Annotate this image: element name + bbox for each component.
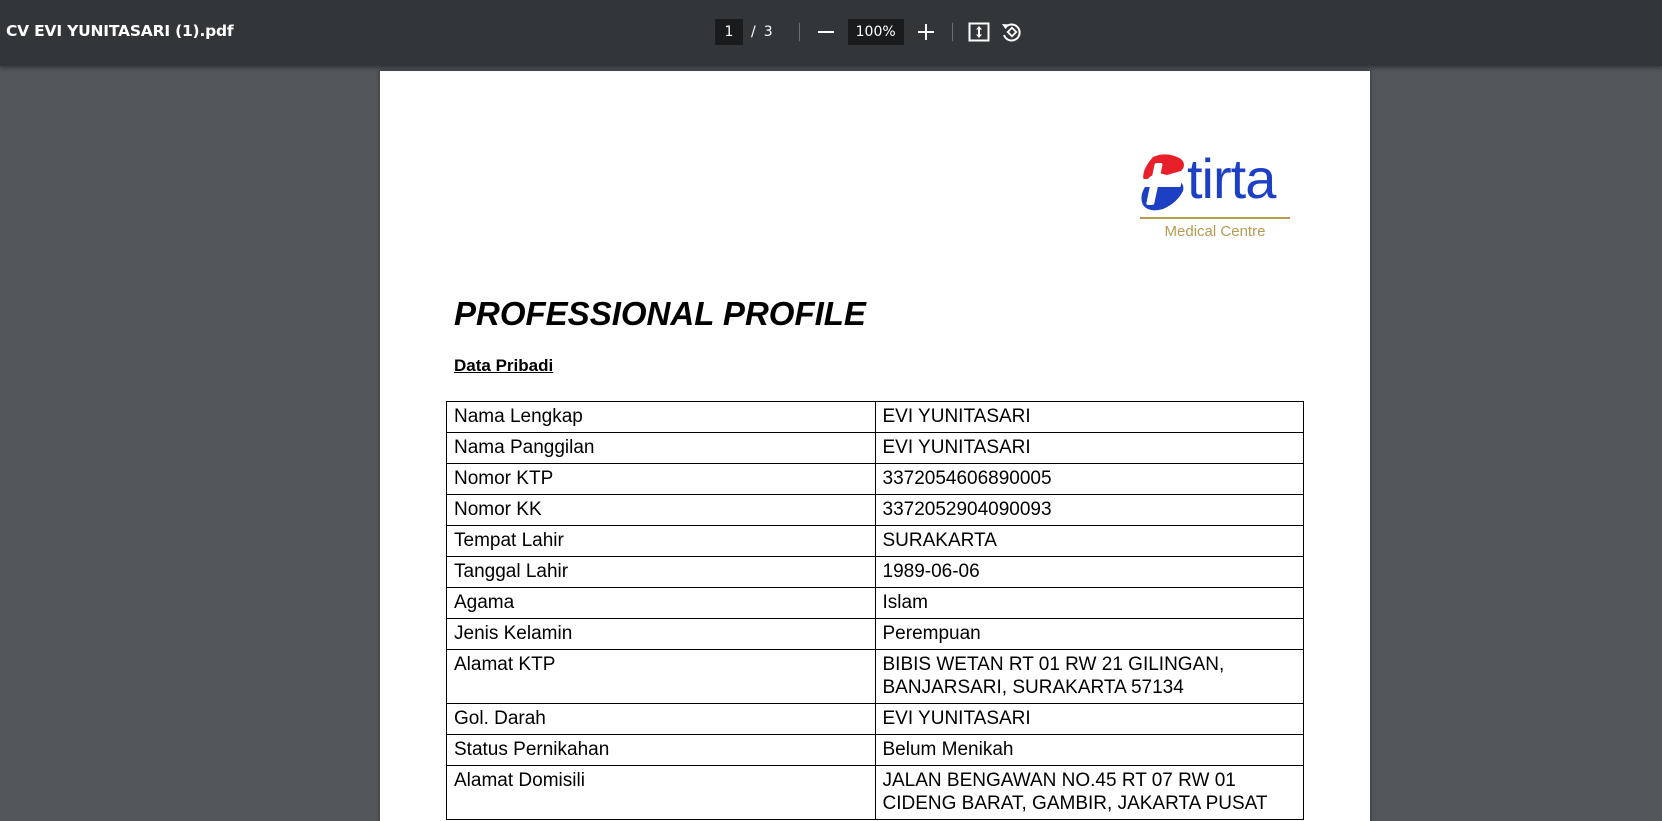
row-label: Gol. Darah — [446, 703, 876, 735]
logo-divider — [1140, 217, 1290, 219]
document-title: CV EVI YUNITASARI (1).pdf — [6, 22, 234, 40]
page-heading: PROFESSIONAL PROFILE — [454, 295, 866, 332]
row-value: SURAKARTA — [874, 525, 1304, 557]
row-value: Islam — [874, 587, 1304, 619]
zoom-in-button[interactable] — [910, 18, 942, 46]
table-row: Nama Panggilan EVI YUNITASARI — [446, 432, 1304, 464]
table-row: Nama Lengkap EVI YUNITASARI — [446, 401, 1304, 433]
row-value: 1989-06-06 — [874, 556, 1304, 588]
row-value: Perempuan — [874, 618, 1304, 650]
table-row: Tempat Lahir SURAKARTA — [446, 525, 1304, 557]
row-label: Agama — [446, 587, 876, 619]
row-label: Status Pernikahan — [446, 734, 876, 766]
address-line: BIBIS WETAN RT 01 RW 21 GILINGAN, — [882, 654, 1225, 675]
row-label: Nomor KK — [446, 494, 876, 526]
table-row: Nomor KK 3372052904090093 — [446, 494, 1304, 526]
address-line: JALAN BENGAWAN NO.45 RT 07 RW 01 — [882, 770, 1236, 791]
row-value: Belum Menikah — [874, 734, 1304, 766]
row-label: Nomor KTP — [446, 463, 876, 495]
row-label: Tempat Lahir — [446, 525, 876, 557]
address-line: CIDENG BARAT, GAMBIR, JAKARTA PUSAT — [882, 793, 1268, 814]
row-value: 3372052904090093 — [874, 494, 1304, 526]
total-pages: 3 — [763, 24, 773, 40]
medical-cross-icon — [1141, 154, 1184, 211]
table-row: Tanggal Lahir 1989-06-06 — [446, 556, 1304, 588]
fit-to-page-button[interactable] — [963, 18, 995, 46]
table-row: Nomor KTP 3372054606890005 — [446, 463, 1304, 495]
table-row: Gol. Darah EVI YUNITASARI — [446, 703, 1304, 735]
pdf-toolbar: CV EVI YUNITASARI (1).pdf / 3 — [0, 0, 1662, 66]
row-value: EVI YUNITASARI — [874, 703, 1304, 735]
table-row: Alamat Domisili JALAN BENGAWAN NO.45 RT … — [446, 765, 1304, 820]
page-separator: / — [751, 24, 756, 40]
page-number-input[interactable] — [715, 19, 743, 45]
table-row: Jenis Kelamin Perempuan — [446, 618, 1304, 650]
row-value: BIBIS WETAN RT 01 RW 21 GILINGAN, BANJAR… — [874, 649, 1304, 704]
row-value: JALAN BENGAWAN NO.45 RT 07 RW 01 CIDENG … — [874, 765, 1304, 820]
minus-icon — [817, 31, 834, 33]
section-title: Data Pribadi — [454, 356, 554, 375]
rotate-button[interactable] — [995, 18, 1027, 46]
table-row: Agama Islam — [446, 587, 1304, 619]
zoom-level-input[interactable] — [847, 19, 904, 45]
toolbar-divider — [798, 23, 800, 41]
zoom-out-button[interactable] — [810, 18, 842, 46]
row-value: EVI YUNITASARI — [874, 432, 1304, 464]
toolbar-controls: / 3 — [715, 18, 1027, 46]
row-label: Nama Panggilan — [446, 432, 876, 464]
row-label: Jenis Kelamin — [446, 618, 876, 650]
row-label: Tanggal Lahir — [446, 556, 876, 588]
table-row: Alamat KTP BIBIS WETAN RT 01 RW 21 GILIN… — [446, 649, 1304, 704]
tirta-logo: tirta Medical Centre — [1137, 147, 1295, 243]
logo-wordmark: tirta — [1187, 147, 1276, 210]
row-value: EVI YUNITASARI — [874, 401, 1304, 433]
fit-to-page-icon — [968, 22, 990, 42]
rotate-icon — [1001, 23, 1021, 42]
plus-icon — [917, 24, 934, 40]
address-line: BANJARSARI, SURAKARTA 57134 — [882, 677, 1184, 698]
row-value: 3372054606890005 — [874, 463, 1304, 495]
row-label: Alamat Domisili — [446, 765, 876, 820]
toolbar-divider — [951, 23, 953, 41]
row-label: Nama Lengkap — [446, 401, 876, 433]
personal-data-table: Nama Lengkap EVI YUNITASARI Nama Panggil… — [446, 401, 1304, 820]
pdf-page: tirta Medical Centre PROFESSIONAL PROFIL… — [380, 71, 1370, 821]
logo-subtitle: Medical Centre — [1164, 223, 1266, 240]
document-viewer[interactable]: tirta Medical Centre PROFESSIONAL PROFIL… — [0, 66, 1662, 821]
row-label: Alamat KTP — [446, 649, 876, 704]
table-row: Status Pernikahan Belum Menikah — [446, 734, 1304, 766]
